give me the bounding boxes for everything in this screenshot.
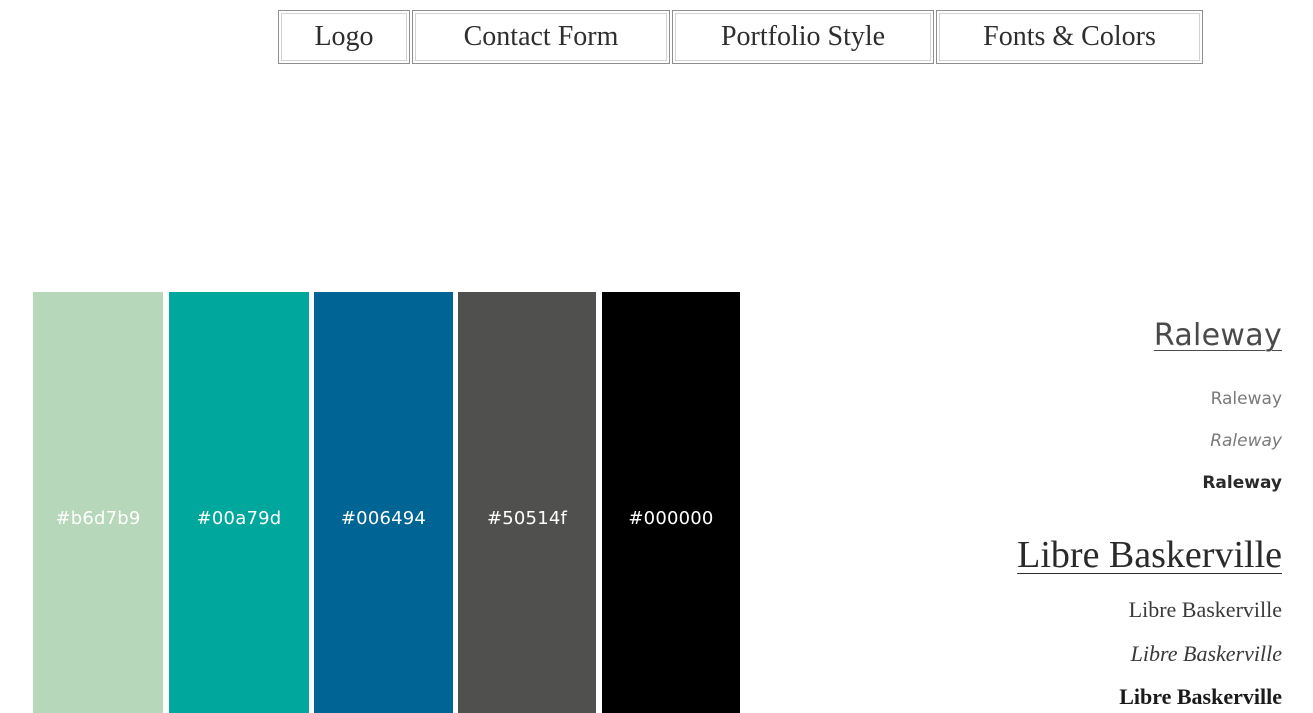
- tab-bar: Logo Contact Form Portfolio Style Fonts …: [278, 10, 1203, 64]
- raleway-italic-sample: Raleway: [1210, 431, 1282, 451]
- tab-portfolio-style[interactable]: Portfolio Style: [672, 10, 934, 64]
- swatch-hex-label: #000000: [628, 508, 714, 529]
- swatch-hex-label: #b6d7b9: [55, 508, 141, 529]
- swatch-hex-label: #006494: [340, 508, 427, 529]
- color-swatch: #000000: [602, 292, 740, 713]
- color-swatch: #b6d7b9: [33, 292, 163, 713]
- color-swatch: #00a79d: [169, 292, 309, 713]
- swatch-hex-label: #50514f: [486, 508, 568, 529]
- raleway-heading: Raleway: [1153, 318, 1282, 353]
- libre-baskerville-heading: Libre Baskerville: [1017, 534, 1282, 576]
- raleway-bold-sample: Raleway: [1202, 473, 1282, 493]
- libre-baskerville-italic-sample: Libre Baskerville: [1130, 641, 1282, 666]
- tab-contact-form[interactable]: Contact Form: [412, 10, 670, 64]
- raleway-regular-sample: Raleway: [1210, 389, 1282, 409]
- tab-fonts-and-colors[interactable]: Fonts & Colors: [936, 10, 1203, 64]
- libre-baskerville-regular-sample: Libre Baskerville: [1128, 597, 1282, 622]
- color-swatch: #006494: [314, 292, 453, 713]
- tab-logo[interactable]: Logo: [278, 10, 410, 64]
- color-swatch: #50514f: [458, 292, 596, 713]
- libre-baskerville-bold-sample: Libre Baskerville: [1119, 684, 1282, 709]
- swatch-hex-label: #00a79d: [196, 508, 282, 529]
